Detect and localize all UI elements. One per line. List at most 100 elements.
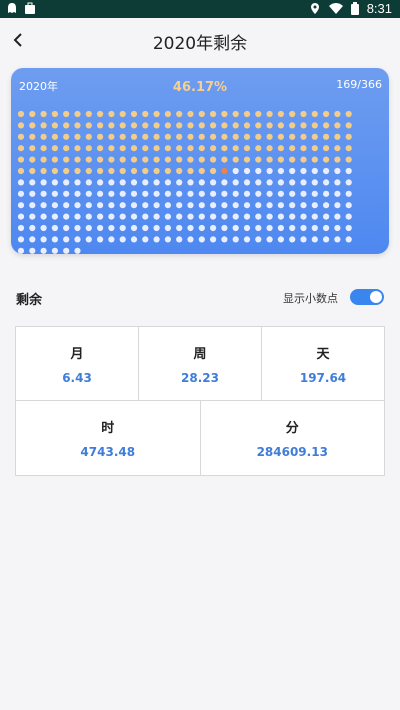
day-dot (164, 110, 171, 118)
day-dot (311, 133, 318, 140)
day-dot (221, 202, 228, 209)
decimal-toggle[interactable] (350, 289, 384, 305)
day-dot (29, 167, 36, 175)
stat-cell-days: 天 197.64 (262, 327, 384, 400)
stat-label: 周 (193, 347, 207, 362)
day-dot (29, 190, 36, 197)
day-dot (210, 110, 217, 118)
day-dot (311, 179, 318, 186)
day-dot (277, 224, 284, 232)
day-dot (17, 110, 25, 118)
day-dot (29, 133, 36, 140)
day-dot (29, 122, 36, 129)
day-dot (142, 110, 149, 118)
day-dot (17, 224, 25, 232)
day-dot (289, 145, 296, 152)
day-dot (119, 213, 126, 220)
day-dot (153, 213, 160, 220)
day-dot (334, 133, 341, 140)
day-dot (130, 224, 138, 232)
day-dot (153, 190, 160, 197)
day-dot (63, 156, 70, 163)
day-dot (97, 122, 104, 129)
day-dot (108, 110, 115, 118)
year-dot-grid (17, 110, 352, 254)
day-dot (210, 179, 217, 186)
day-dot (17, 213, 25, 220)
day-dot (255, 224, 262, 232)
day-dot (164, 213, 171, 220)
day-dot (221, 133, 228, 140)
day-dot (255, 190, 262, 197)
day-dot (266, 236, 273, 243)
day-dot (142, 179, 149, 186)
day-dot (187, 167, 194, 175)
day-dot (266, 202, 273, 209)
day-dot (164, 133, 171, 140)
day-dot (255, 236, 262, 243)
day-dot (266, 213, 273, 220)
day-dot (63, 110, 70, 118)
day-dot (97, 110, 104, 118)
day-dot (187, 133, 194, 140)
day-dot (311, 156, 318, 163)
day-dot (29, 236, 36, 243)
day-dot (119, 190, 126, 197)
day-dot (255, 167, 262, 175)
day-dot (74, 236, 81, 243)
day-dot (266, 110, 273, 118)
day-dot (51, 179, 59, 186)
day-dot (277, 213, 284, 220)
year-percent: 46.17% (172, 80, 228, 95)
day-dot (198, 145, 205, 152)
day-dot (289, 224, 296, 232)
day-dot (29, 110, 36, 118)
day-dot (51, 167, 59, 175)
day-dot (40, 122, 47, 129)
day-dot (232, 145, 239, 152)
day-dot (323, 224, 330, 232)
day-dot (63, 179, 70, 186)
day-dot (243, 236, 251, 243)
day-dot (345, 190, 352, 197)
day-dot (311, 122, 318, 129)
day-dot (119, 156, 126, 163)
day-dot (345, 156, 352, 163)
day-dot (142, 202, 149, 209)
day-dot (221, 167, 228, 175)
day-dot (130, 156, 138, 163)
day-dot (176, 133, 183, 140)
day-dot (345, 145, 352, 152)
remain-label: 剩余 (16, 293, 43, 308)
day-dot (198, 179, 205, 186)
day-dot (119, 133, 126, 140)
day-dot (266, 156, 273, 163)
day-dot (243, 179, 251, 186)
day-dot (40, 247, 47, 254)
day-dot (323, 145, 330, 152)
day-dot (130, 236, 138, 243)
day-dot (108, 167, 115, 175)
bag-icon (25, 2, 35, 14)
day-dot (153, 110, 160, 118)
day-dot (142, 167, 149, 175)
day-dot (334, 224, 341, 232)
day-dot (221, 236, 228, 243)
day-dot (277, 133, 284, 140)
day-dot (232, 179, 239, 186)
day-dot (51, 202, 59, 209)
day-dot (277, 156, 284, 163)
day-dot (108, 213, 115, 220)
day-dot (97, 190, 104, 197)
day-dot (164, 179, 171, 186)
battery-icon (350, 2, 359, 15)
day-dot (345, 236, 352, 243)
day-dot (300, 167, 307, 175)
day-dot (300, 145, 307, 152)
day-dot (187, 156, 194, 163)
day-dot (29, 179, 36, 186)
day-dot (210, 156, 217, 163)
day-dot (51, 236, 59, 243)
day-dot (187, 145, 194, 152)
day-dot (40, 179, 47, 186)
